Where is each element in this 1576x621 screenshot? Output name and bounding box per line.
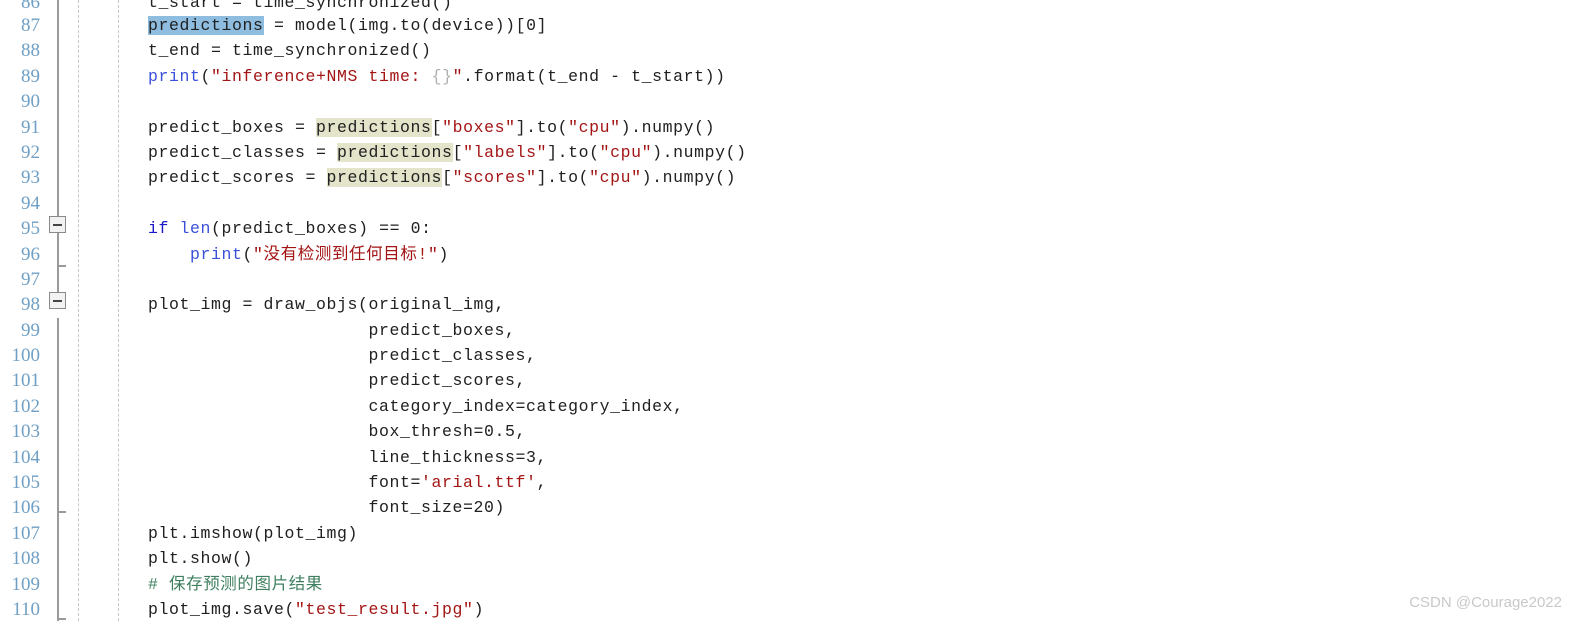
line-number: 97 <box>21 268 40 290</box>
line-number-column: 86 87 88 89 90 91 92 93 94 95 96 97 98 9… <box>0 0 41 621</box>
line-number: 96 <box>21 243 40 265</box>
line-number: 86 <box>21 0 40 13</box>
code-line-87[interactable]: predictions = model(img.to(device))[0] <box>148 13 1576 38</box>
fold-region-end-marker <box>57 511 66 513</box>
code-line-104[interactable]: line_thickness=3, <box>148 445 1576 470</box>
code-line-86[interactable]: t_start = time_synchronized() <box>148 0 1576 13</box>
line-number: 91 <box>21 116 40 138</box>
occurrence-highlight: predictions <box>326 168 443 188</box>
fold-region-end-marker <box>57 265 66 267</box>
line-number: 105 <box>11 472 41 494</box>
code-line-91[interactable]: predict_boxes = predictions["boxes"].to(… <box>148 115 1576 140</box>
line-number: 94 <box>21 192 40 214</box>
selected-token: predictions <box>148 16 264 35</box>
line-number: 92 <box>21 141 40 163</box>
line-number: 93 <box>21 167 40 189</box>
fold-region-end-marker <box>57 618 66 620</box>
code-line-92[interactable]: predict_classes = predictions["labels"].… <box>148 140 1576 165</box>
line-number: 109 <box>11 573 41 595</box>
line-number: 87 <box>21 15 40 36</box>
code-line-96[interactable]: print("没有检测到任何目标!") <box>148 242 1576 267</box>
code-line-94[interactable] <box>148 191 1576 216</box>
code-line-102[interactable]: category_index=category_index, <box>148 394 1576 419</box>
code-line-90[interactable] <box>148 89 1576 114</box>
line-number: 108 <box>11 548 41 570</box>
code-line-106[interactable]: font_size=20) <box>148 495 1576 520</box>
line-number: 100 <box>11 345 41 367</box>
code-line-108[interactable]: plt.show() <box>148 546 1576 571</box>
line-number: 88 <box>21 40 40 62</box>
code-line-89[interactable]: print("inference+NMS time: {}".format(t_… <box>148 64 1576 89</box>
line-number: 89 <box>21 65 40 87</box>
code-line-97[interactable] <box>148 267 1576 292</box>
code-line-103[interactable]: box_thresh=0.5, <box>148 419 1576 444</box>
line-number: 101 <box>11 370 41 392</box>
watermark: CSDN @Courage2022 <box>1409 594 1562 611</box>
code-content[interactable]: t_start = time_synchronized() prediction… <box>148 0 1576 621</box>
code-line-100[interactable]: predict_classes, <box>148 343 1576 368</box>
fold-bar-line <box>57 318 59 512</box>
code-line-95[interactable]: if len(predict_boxes) == 0: <box>148 216 1576 241</box>
code-line-105[interactable]: font='arial.ttf', <box>148 470 1576 495</box>
code-line-88[interactable]: t_end = time_synchronized() <box>148 38 1576 63</box>
fold-toggle-line-95[interactable] <box>49 216 66 233</box>
indent-guide <box>118 0 119 621</box>
code-line-101[interactable]: predict_scores, <box>148 368 1576 393</box>
occurrence-highlight: predictions <box>337 142 453 162</box>
comment: # 保存预测的图片结果 <box>148 574 323 594</box>
code-line-99[interactable]: predict_boxes, <box>148 318 1576 343</box>
code-line-110[interactable]: plot_img.save("test_result.jpg") <box>148 597 1576 621</box>
line-number: 95 <box>21 218 40 240</box>
line-number: 98 <box>21 294 40 316</box>
line-number: 110 <box>12 598 40 620</box>
line-number: 106 <box>11 497 41 519</box>
fold-bar-line <box>57 0 59 216</box>
code-line-98[interactable]: plot_img = draw_objs(original_img, <box>148 292 1576 317</box>
code-editor[interactable]: 86 87 88 89 90 91 92 93 94 95 96 97 98 9… <box>0 0 1576 621</box>
code-line-107[interactable]: plt.imshow(plot_img) <box>148 521 1576 546</box>
line-number: 103 <box>11 421 41 443</box>
code-line-93[interactable]: predict_scores = predictions["scores"].t… <box>148 165 1576 190</box>
code-line-109[interactable]: # 保存预测的图片结果 <box>148 572 1576 597</box>
line-number: 90 <box>21 91 40 113</box>
line-number: 99 <box>21 319 40 341</box>
fold-toggle-line-98[interactable] <box>49 292 66 309</box>
editor-gutter: 86 87 88 89 90 91 92 93 94 95 96 97 98 9… <box>0 0 140 621</box>
line-number: 107 <box>11 522 41 544</box>
fold-bar-line <box>57 512 59 621</box>
occurrence-highlight: predictions <box>316 117 432 137</box>
line-number: 104 <box>11 446 41 468</box>
line-number: 102 <box>11 395 41 417</box>
indent-guide <box>78 0 79 621</box>
